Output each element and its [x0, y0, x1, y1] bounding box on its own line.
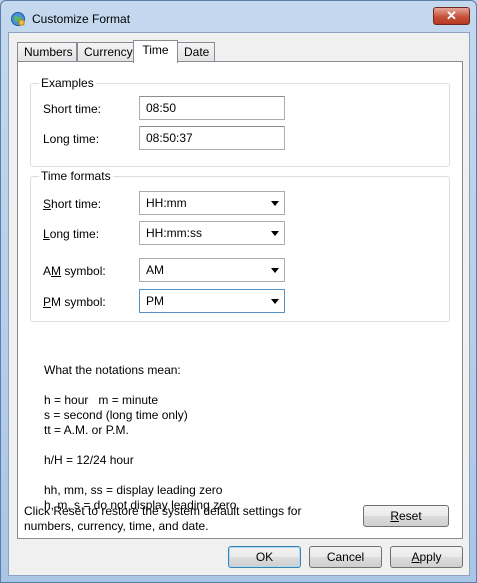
- short-time-access-key: S: [43, 197, 52, 211]
- am-symbol-label: AM symbol:: [43, 264, 106, 278]
- chevron-down-icon: [271, 231, 279, 236]
- am-symbol-dropdown[interactable]: AM: [139, 258, 285, 282]
- notation-12-24-hour: h/H = 12/24 hour: [44, 453, 134, 467]
- reset-access-key: R: [390, 509, 399, 523]
- reset-button[interactable]: Reset: [363, 505, 449, 527]
- am-symbol-dropdown-value: AM: [146, 263, 164, 277]
- dialog-body: Numbers Currency Time Date Examples Shor…: [8, 32, 470, 576]
- example-long-time-label: Long time:: [43, 132, 100, 146]
- examples-legend: Examples: [39, 76, 96, 90]
- example-short-time-label: Short time:: [43, 102, 102, 116]
- close-button[interactable]: ✕: [433, 7, 470, 25]
- cancel-button[interactable]: Cancel: [309, 546, 382, 568]
- tab-date[interactable]: Date: [177, 42, 215, 62]
- pm-symbol-access-key: P: [43, 295, 52, 309]
- apply-button-label: pply: [419, 550, 442, 564]
- pm-symbol-dropdown[interactable]: PM: [139, 289, 285, 313]
- example-long-time-field: 08:50:37: [139, 126, 285, 150]
- time-formats-legend: Time formats: [39, 169, 113, 183]
- am-symbol-access-key: M: [51, 264, 62, 278]
- time-formats-group: Time formats Short time: HH:mm Long time…: [30, 169, 450, 322]
- tab-time-label: Time: [142, 43, 169, 57]
- notation-leading-zero: hh, mm, ss = display leading zero: [44, 483, 223, 497]
- region-globe-icon: [10, 11, 26, 27]
- example-short-time-value: 08:50: [146, 101, 177, 115]
- pm-symbol-label-text: M symbol:: [51, 295, 106, 309]
- short-time-dropdown[interactable]: HH:mm: [139, 191, 285, 215]
- short-time-label-text: hort time:: [51, 197, 102, 211]
- reset-description-line2: numbers, currency, time, and date.: [24, 519, 209, 533]
- chevron-down-icon: [271, 201, 279, 206]
- short-time-dropdown-value: HH:mm: [146, 196, 187, 210]
- long-time-label-text: ong time:: [49, 227, 100, 241]
- notations-heading: What the notations mean:: [44, 363, 181, 377]
- time-tab-page: Examples Short time: 08:50 Long time: 08…: [17, 61, 463, 539]
- chevron-down-icon: [271, 268, 279, 273]
- cancel-button-label: Cancel: [326, 550, 365, 564]
- tab-currency[interactable]: Currency: [77, 42, 134, 62]
- reset-description-line1: Click Reset to restore the system defaul…: [24, 504, 302, 518]
- am-symbol-label-prefix: A: [43, 264, 52, 278]
- customize-format-window: Customize Format ✕ Numbers Currency Time…: [0, 0, 477, 583]
- long-time-dropdown[interactable]: HH:mm:ss: [139, 221, 285, 245]
- notation-am-pm: tt = A.M. or P.M.: [44, 423, 129, 437]
- ok-button-label: OK: [255, 550, 274, 564]
- examples-group: Examples Short time: 08:50 Long time: 08…: [30, 76, 450, 167]
- short-time-label: Short time:: [43, 197, 101, 211]
- ok-button[interactable]: OK: [228, 546, 301, 568]
- long-time-access-key: L: [43, 227, 50, 241]
- tab-date-label: Date: [184, 45, 210, 59]
- tab-numbers-label: Numbers: [24, 45, 73, 59]
- long-time-label: Long time:: [43, 227, 99, 241]
- pm-symbol-label: PM symbol:: [43, 295, 106, 309]
- example-long-time-value: 08:50:37: [146, 131, 193, 145]
- am-symbol-label-text: symbol:: [61, 264, 106, 278]
- apply-access-key: A: [411, 550, 420, 564]
- apply-button[interactable]: Apply: [390, 546, 463, 568]
- example-short-time-field: 08:50: [139, 96, 285, 120]
- pm-symbol-dropdown-value: PM: [146, 294, 164, 308]
- title-bar[interactable]: Customize Format ✕: [1, 1, 476, 33]
- long-time-dropdown-value: HH:mm:ss: [146, 226, 202, 240]
- tab-numbers[interactable]: Numbers: [17, 42, 77, 62]
- window-title: Customize Format: [32, 12, 131, 26]
- close-icon: ✕: [446, 8, 457, 23]
- chevron-down-icon: [271, 299, 279, 304]
- tab-currency-label: Currency: [84, 45, 133, 59]
- tab-time[interactable]: Time: [133, 40, 178, 63]
- notation-hour-minute: h = hour m = minute: [44, 393, 159, 407]
- notation-second: s = second (long time only): [44, 408, 188, 422]
- reset-button-label: eset: [398, 509, 422, 523]
